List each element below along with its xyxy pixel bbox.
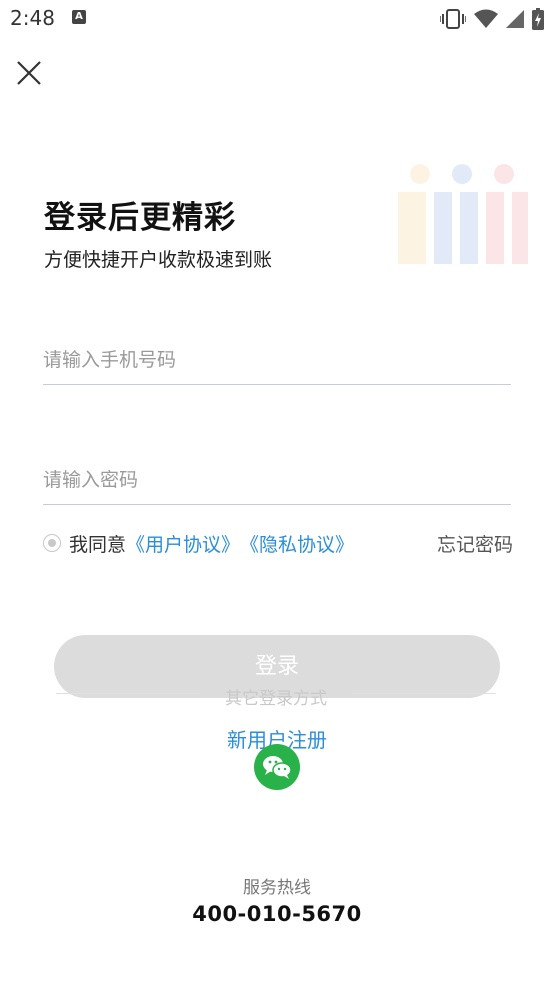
page-title: 登录后更精彩 — [44, 200, 236, 236]
wechat-icon — [263, 756, 292, 779]
password-field[interactable] — [43, 460, 511, 505]
hotline-label: 服务热线 — [243, 878, 311, 898]
phone-field[interactable] — [43, 340, 511, 385]
phone-input[interactable] — [43, 340, 511, 380]
notification-icon: A — [72, 10, 86, 24]
agree-prefix: 我同意 — [69, 533, 127, 556]
page-subtitle: 方便快捷开户收款极速到账 — [44, 249, 273, 271]
close-button[interactable] — [14, 58, 44, 88]
hotline-number[interactable]: 400-010-5670 — [0, 902, 554, 926]
agreement-row: 我同意 《用户协议》 《隐私协议》 忘记密码 — [43, 528, 513, 558]
user-agreement-link[interactable]: 《用户协议》 — [126, 530, 240, 557]
signal-icon — [506, 10, 524, 28]
status-icons — [440, 8, 544, 30]
vibrate-icon — [440, 9, 466, 29]
other-login-divider: 其它登录方式 — [56, 684, 496, 709]
close-icon — [17, 61, 41, 85]
privacy-agreement-link[interactable]: 《隐私协议》 — [240, 530, 354, 557]
decorative-people-graphic — [398, 164, 528, 264]
status-time: 2:48 — [10, 6, 55, 30]
wifi-icon — [474, 9, 498, 28]
status-bar: 2:48 A — [0, 0, 554, 36]
forgot-password-link[interactable]: 忘记密码 — [437, 530, 513, 557]
divider-line-right — [351, 693, 496, 694]
battery-charging-icon — [532, 8, 544, 30]
agree-radio[interactable] — [43, 534, 61, 552]
other-login-label: 其它登录方式 — [225, 689, 327, 709]
password-input[interactable] — [43, 460, 511, 500]
wechat-login-button[interactable] — [254, 744, 300, 790]
